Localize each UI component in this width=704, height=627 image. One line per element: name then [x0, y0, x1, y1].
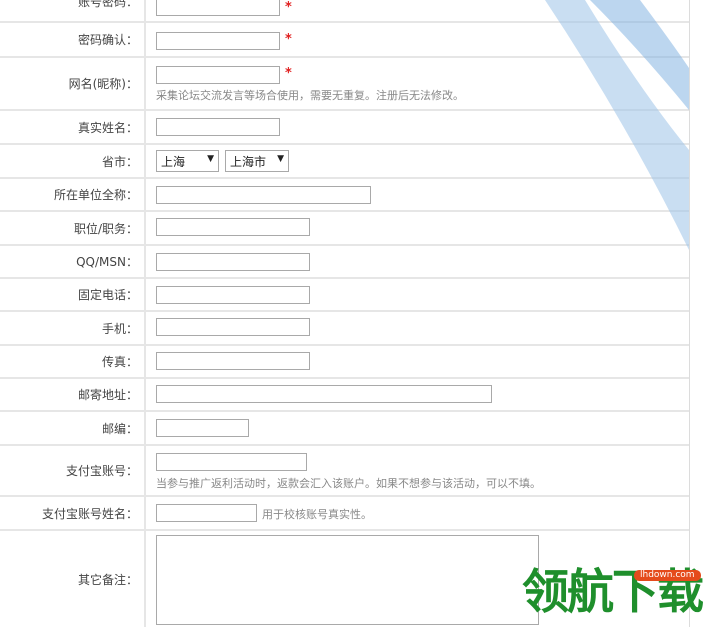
triangle-down-icon: ▼	[207, 154, 214, 164]
label-landline: 固定电话：	[0, 279, 146, 310]
province-selected-value: 上海	[161, 154, 186, 169]
alipay-name-input[interactable]	[156, 504, 257, 522]
remarks-textarea[interactable]	[156, 535, 539, 625]
triangle-down-icon: ▼	[277, 154, 284, 164]
required-mark: *	[285, 66, 292, 81]
row-alipay-account: 支付宝账号： 当参与推广返利活动时，返款会汇入该账户。如果不想参与该活动，可以不…	[0, 446, 689, 497]
real-name-input[interactable]	[156, 118, 280, 136]
row-confirm-password: 密码确认： *	[0, 23, 689, 58]
label-organization: 所在单位全称：	[0, 179, 146, 210]
alipay-name-hint: 用于校核账号真实性。	[262, 508, 372, 521]
required-mark: *	[285, 0, 292, 15]
required-mark: *	[285, 32, 292, 47]
row-alipay-name: 支付宝账号姓名： 用于校核账号真实性。	[0, 497, 689, 531]
row-landline: 固定电话：	[0, 279, 689, 312]
alipay-account-hint: 当参与推广返利活动时，返款会汇入该账户。如果不想参与该活动，可以不填。	[156, 477, 541, 490]
label-confirm-password: 密码确认：	[0, 23, 146, 56]
city-select[interactable]: 上海市 ▼	[225, 150, 289, 172]
mobile-input[interactable]	[156, 318, 310, 336]
label-account-password: 账号密码：	[0, 0, 146, 21]
row-real-name: 真实姓名：	[0, 111, 689, 145]
label-real-name: 真实姓名：	[0, 111, 146, 143]
row-fax: 传真：	[0, 346, 689, 379]
label-province-city: 省市：	[0, 145, 146, 177]
label-nickname: 网名(昵称)：	[0, 58, 146, 109]
row-nickname: 网名(昵称)： * 采集论坛交流发言等场合使用，需要无重复。注册后无法修改。	[0, 58, 689, 111]
row-position: 职位/职务：	[0, 212, 689, 246]
site-logo-badge: lhdown.com	[634, 570, 701, 581]
row-postcode: 邮编：	[0, 412, 689, 446]
label-postcode: 邮编：	[0, 412, 146, 444]
label-remarks: 其它备注：	[0, 531, 146, 627]
nickname-input[interactable]	[156, 66, 280, 84]
label-alipay-account: 支付宝账号：	[0, 446, 146, 495]
qq-msn-input[interactable]	[156, 253, 310, 271]
fax-input[interactable]	[156, 352, 310, 370]
row-province-city: 省市： 上海 ▼ 上海市 ▼	[0, 145, 689, 179]
row-address: 邮寄地址：	[0, 379, 689, 412]
confirm-password-input[interactable]	[156, 32, 280, 50]
label-fax: 传真：	[0, 346, 146, 377]
row-mobile: 手机：	[0, 312, 689, 346]
label-qq-msn: QQ/MSN：	[0, 246, 146, 277]
position-input[interactable]	[156, 218, 310, 236]
row-organization: 所在单位全称：	[0, 179, 689, 212]
address-input[interactable]	[156, 385, 492, 403]
label-address: 邮寄地址：	[0, 379, 146, 410]
row-account-password: 账号密码： *	[0, 0, 689, 23]
label-position: 职位/职务：	[0, 212, 146, 244]
organization-input[interactable]	[156, 186, 371, 204]
landline-input[interactable]	[156, 286, 310, 304]
city-selected-value: 上海市	[230, 154, 267, 169]
label-alipay-name: 支付宝账号姓名：	[0, 497, 146, 529]
alipay-account-input[interactable]	[156, 453, 307, 471]
province-select[interactable]: 上海 ▼	[156, 150, 219, 172]
account-password-input[interactable]	[156, 0, 280, 16]
row-qq-msn: QQ/MSN：	[0, 246, 689, 279]
postcode-input[interactable]	[156, 419, 249, 437]
nickname-hint: 采集论坛交流发言等场合使用，需要无重复。注册后无法修改。	[156, 89, 464, 102]
registration-form: 账号密码： * 密码确认： * 网名(昵称)： * 采集论坛交流发言等场合使用，…	[0, 0, 690, 627]
site-logo: 领航下载 lhdown.com	[516, 566, 704, 620]
label-mobile: 手机：	[0, 312, 146, 344]
